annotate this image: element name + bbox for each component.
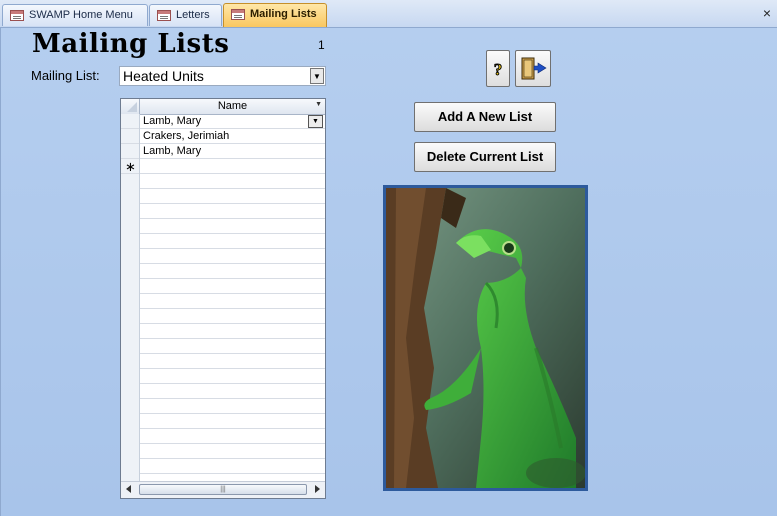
empty-row [140, 204, 325, 219]
delete-current-list-button[interactable]: Delete Current List [414, 142, 556, 172]
table-row[interactable]: Crakers, Jerimiah [140, 129, 325, 144]
empty-row [140, 459, 325, 474]
form-icon [157, 10, 171, 21]
select-all-corner[interactable] [121, 99, 140, 114]
tab-mailing-lists[interactable]: Mailing Lists [223, 3, 327, 27]
scroll-thumb[interactable]: ||| [139, 484, 307, 495]
column-dropdown-icon[interactable]: ▼ [315, 101, 322, 108]
empty-row [140, 414, 325, 429]
lizard-photo [383, 185, 588, 491]
empty-row [140, 309, 325, 324]
empty-row [140, 219, 325, 234]
mailing-list-label: Mailing List: [31, 68, 100, 83]
add-new-list-button[interactable]: Add A New List [414, 102, 556, 132]
empty-row [140, 174, 325, 189]
record-selector[interactable] [121, 129, 139, 144]
lizard-image [386, 188, 585, 488]
table-row[interactable]: Lamb, Mary [140, 144, 325, 159]
empty-row [140, 279, 325, 294]
help-button[interactable]: ? [486, 50, 510, 87]
empty-row [140, 339, 325, 354]
record-count: 1 [318, 38, 325, 52]
exit-button[interactable] [515, 50, 551, 87]
empty-row [140, 429, 325, 444]
tab-letters[interactable]: Letters [149, 4, 222, 26]
scroll-left-icon[interactable] [126, 485, 131, 493]
empty-row [140, 384, 325, 399]
document-tab-bar: SWAMP Home Menu Letters Mailing Lists × [0, 0, 777, 28]
form-icon [231, 9, 245, 20]
table-row[interactable]: Lamb, Mary ▼ [140, 114, 325, 129]
new-record-icon: ∗ [125, 159, 136, 174]
record-selector[interactable] [121, 144, 139, 159]
chevron-down-icon[interactable]: ▼ [308, 115, 323, 128]
scroll-right-icon[interactable] [315, 485, 320, 493]
tab-label: Letters [176, 9, 210, 21]
column-header-name[interactable]: Name [140, 100, 325, 112]
new-row[interactable] [140, 159, 325, 174]
empty-row [140, 399, 325, 414]
names-datasheet[interactable]: Name ▼ Lamb, Mary ▼ Crakers, Jerimiah La… [120, 98, 326, 499]
tab-label: Mailing Lists [250, 8, 317, 20]
new-record-selector[interactable]: ∗ [121, 159, 139, 174]
close-icon[interactable]: × [763, 5, 771, 21]
empty-row [140, 294, 325, 309]
chevron-down-icon[interactable]: ▼ [310, 68, 324, 84]
exit-door-icon [521, 57, 547, 80]
empty-row [140, 249, 325, 264]
empty-row [140, 354, 325, 369]
mailing-list-value: Heated Units [123, 68, 204, 84]
datasheet-header: Name ▼ [121, 99, 325, 115]
name-cell[interactable]: Lamb, Mary [143, 115, 201, 127]
empty-row [140, 264, 325, 279]
empty-row [140, 444, 325, 459]
horizontal-scrollbar[interactable]: ||| [121, 481, 325, 498]
empty-row [140, 369, 325, 384]
tab-label: SWAMP Home Menu [29, 9, 133, 21]
empty-row [140, 189, 325, 204]
empty-row [140, 234, 325, 249]
svg-text:?: ? [494, 60, 503, 79]
help-icon: ? [493, 60, 503, 80]
form-icon [10, 10, 24, 21]
page-title: Mailing Lists [32, 29, 230, 59]
record-selector[interactable] [121, 114, 139, 129]
empty-row [140, 324, 325, 339]
tab-swamp-home-menu[interactable]: SWAMP Home Menu [2, 4, 148, 26]
name-cell[interactable]: Crakers, Jerimiah [143, 130, 229, 142]
mailing-list-select[interactable]: Heated Units ▼ [119, 66, 326, 86]
name-cell[interactable]: Lamb, Mary [143, 145, 201, 157]
